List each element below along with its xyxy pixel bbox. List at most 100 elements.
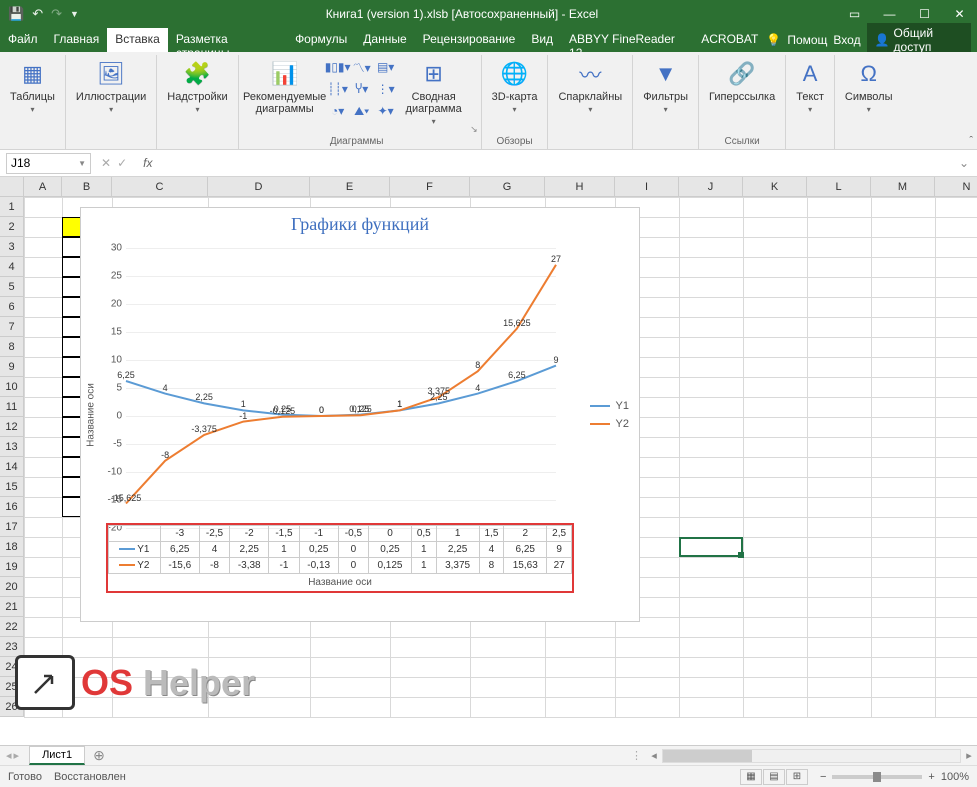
symbols-button[interactable]: ΩСимволы▾ [841,57,897,116]
row-header-14[interactable]: 14 [0,457,23,477]
add-sheet-button[interactable]: ⊕ [85,747,113,764]
bar-h-chart-icon[interactable]: ▤▾ [375,57,397,77]
chart-data-table: -3-2,5-2-1,5-1-0,500,511,522,5Y16,2542,2… [106,523,574,593]
row-header-12[interactable]: 12 [0,417,23,437]
tab-файл[interactable]: Файл [0,28,46,52]
row-header-6[interactable]: 6 [0,297,23,317]
row-header-2[interactable]: 2 [0,217,23,237]
row-header-8[interactable]: 8 [0,337,23,357]
row-header-19[interactable]: 19 [0,557,23,577]
hyperlink-button[interactable]: 🔗Гиперссылка [705,57,779,105]
page-break-view-icon[interactable]: ⊞ [786,769,808,785]
col-header-C[interactable]: C [112,177,208,196]
tab-данные[interactable]: Данные [355,28,414,52]
save-icon[interactable]: 💾 [8,6,24,22]
row-header-20[interactable]: 20 [0,577,23,597]
chart-object[interactable]: Графики функций Название оси -20-15-10-5… [80,207,640,622]
text-button[interactable]: AТекст▾ [792,57,828,116]
col-header-L[interactable]: L [807,177,871,196]
watermark-logo: OS Helper [15,655,255,710]
pivot-chart-button[interactable]: ⊞Сводная диаграмма▾ [399,57,469,128]
tab-вид[interactable]: Вид [523,28,561,52]
sparklines-button[interactable]: 〰Спарклайны▾ [554,57,626,116]
filters-button[interactable]: ▼Фильтры▾ [639,57,692,116]
tables-button[interactable]: ▦Таблицы▾ [6,57,59,116]
person-icon: 👤 [875,33,890,47]
col-header-A[interactable]: A [24,177,62,196]
zoom-slider[interactable] [832,775,922,779]
redo-icon[interactable]: ↷ [51,6,62,22]
row-header-10[interactable]: 10 [0,377,23,397]
col-header-I[interactable]: I [615,177,679,196]
chart-type-gallery: ▮▯▮▾〽▾▤▾ ┊┊▾Ⴤ▾⋮▾ ◔▾⛰▾✦▾ [327,57,397,121]
sheet-nav-next-icon[interactable]: ▸ [14,749,20,762]
hierarchy-chart-icon[interactable]: Ⴤ▾ [351,79,373,99]
radar-chart-icon[interactable]: ✦▾ [375,101,397,121]
confirm-formula-icon[interactable]: ✓ [117,156,127,170]
row-header-23[interactable]: 23 [0,637,23,657]
login-link[interactable]: Вход [833,33,860,47]
col-header-E[interactable]: E [310,177,390,196]
select-all-corner[interactable] [0,177,24,197]
row-header-1[interactable]: 1 [0,197,23,217]
col-header-M[interactable]: M [871,177,935,196]
y-axis-label: Название оси [86,383,97,447]
row-header-18[interactable]: 18 [0,537,23,557]
row-header-9[interactable]: 9 [0,357,23,377]
addins-button[interactable]: 🧩Надстройки▾ [163,57,231,116]
normal-view-icon[interactable]: ▦ [740,769,762,785]
collapse-ribbon-icon[interactable]: ˆ [969,135,973,147]
expand-formula-icon[interactable]: ⌄ [951,156,977,170]
row-header-4[interactable]: 4 [0,257,23,277]
tab-формулы[interactable]: Формулы [287,28,355,52]
col-header-D[interactable]: D [208,177,310,196]
spreadsheet-grid[interactable]: ABCDEFGHIJKLMN 1234567891011121314151617… [0,177,977,745]
row-header-22[interactable]: 22 [0,617,23,637]
illustrations-button[interactable]: 🖼Иллюстрации▾ [72,57,150,116]
active-cell[interactable] [679,537,743,557]
charts-launcher-icon[interactable]: ↘ [470,124,478,135]
row-header-21[interactable]: 21 [0,597,23,617]
fx-label[interactable]: fx [137,156,158,170]
col-header-F[interactable]: F [390,177,470,196]
tab-разметка страницы[interactable]: Разметка страницы [168,28,287,52]
recommended-charts-button[interactable]: 📊Рекомендуемые диаграммы [245,57,325,117]
col-header-B[interactable]: B [62,177,112,196]
col-header-J[interactable]: J [679,177,743,196]
bar-chart-icon[interactable]: ▮▯▮▾ [327,57,349,77]
row-header-13[interactable]: 13 [0,437,23,457]
line-chart-icon[interactable]: 〽▾ [351,57,373,77]
col-header-G[interactable]: G [470,177,545,196]
undo-icon[interactable]: ↶ [32,6,43,22]
col-header-H[interactable]: H [545,177,615,196]
row-header-5[interactable]: 5 [0,277,23,297]
cancel-formula-icon[interactable]: ✕ [101,156,111,170]
row-header-3[interactable]: 3 [0,237,23,257]
row-header-16[interactable]: 16 [0,497,23,517]
horizontal-scrollbar[interactable]: ⋮ ◂ ▸ [627,749,977,763]
row-header-7[interactable]: 7 [0,317,23,337]
sheet-tab-1[interactable]: Лист1 [29,746,85,765]
tab-главная[interactable]: Главная [46,28,108,52]
col-header-N[interactable]: N [935,177,977,196]
formula-bar: J18▼ ✕ ✓ fx ⌄ [0,150,977,177]
row-header-17[interactable]: 17 [0,517,23,537]
row-header-11[interactable]: 11 [0,397,23,417]
pie-chart-icon[interactable]: ◔▾ [327,101,349,121]
stock-chart-icon[interactable]: ┊┊▾ [327,79,349,99]
sheet-nav-prev-icon[interactable]: ◂ [6,749,12,762]
tab-вставка[interactable]: Вставка [107,28,168,52]
tell-me-text[interactable]: Помощ [787,33,827,47]
3d-map-button[interactable]: 🌐3D-карта▾ [488,57,542,116]
name-box[interactable]: J18▼ [6,153,91,174]
status-bar: Готово Восстановлен ▦ ▤ ⊞ − + 100% [0,765,977,787]
tab-рецензирование[interactable]: Рецензирование [415,28,524,52]
col-header-K[interactable]: K [743,177,807,196]
qat-customize-icon[interactable]: ▼ [70,9,79,19]
tab-acrobat[interactable]: ACROBAT [693,28,766,52]
tab-abbyy finereader 12[interactable]: ABBYY FineReader 12 [561,28,693,52]
scatter-chart-icon[interactable]: ⋮▾ [375,79,397,99]
row-header-15[interactable]: 15 [0,477,23,497]
area-chart-icon[interactable]: ⛰▾ [351,101,373,121]
page-layout-view-icon[interactable]: ▤ [763,769,785,785]
